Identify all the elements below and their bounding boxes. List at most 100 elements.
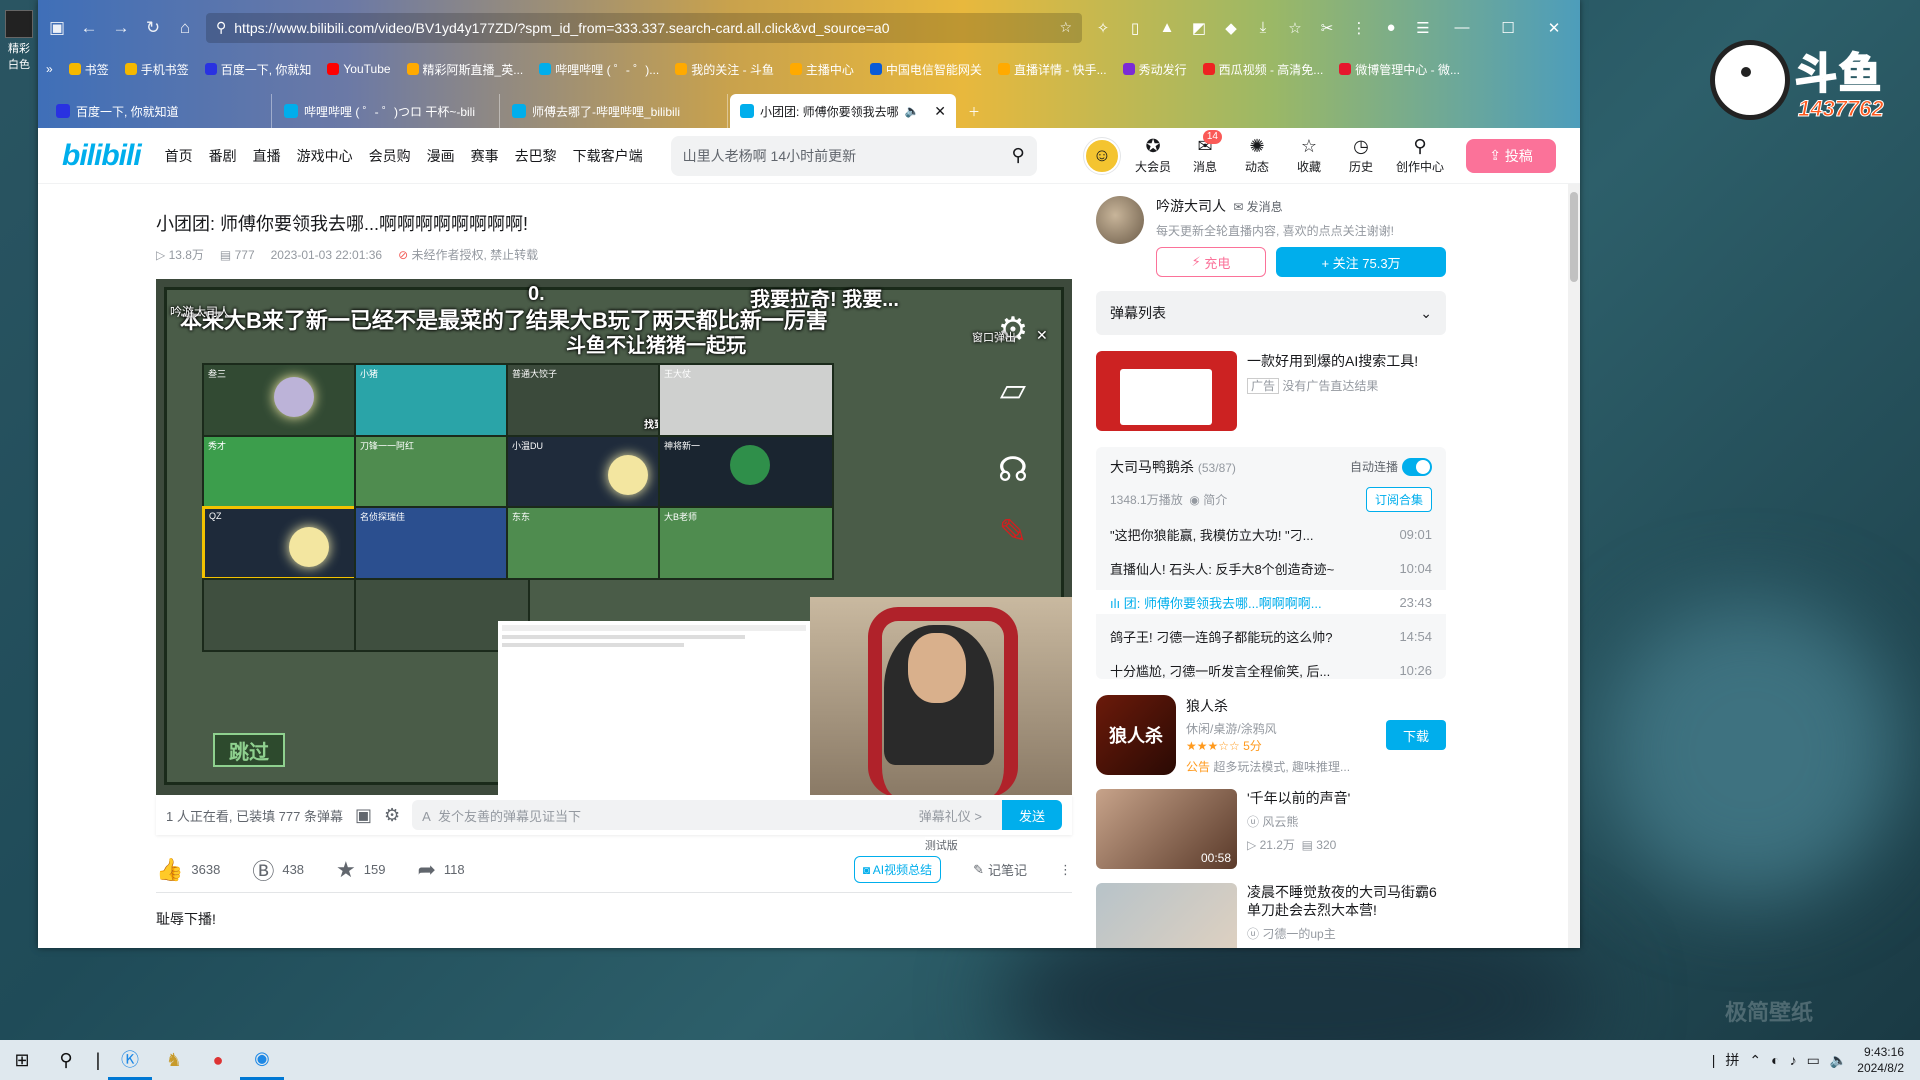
volume-icon[interactable]: 🔈 bbox=[1830, 1052, 1847, 1069]
nav-esports[interactable]: 赛事 bbox=[471, 146, 499, 166]
phone-icon[interactable]: ▯ bbox=[1124, 17, 1146, 39]
back-icon[interactable]: ← bbox=[78, 17, 100, 39]
close-window-icon[interactable]: ✕ bbox=[1536, 19, 1572, 37]
bookmark[interactable]: 我的关注 - 斗鱼 bbox=[675, 61, 774, 78]
download-game-button[interactable]: 下载 bbox=[1386, 720, 1446, 750]
browser-taskbar-icon[interactable]: Ⓚ bbox=[108, 1040, 152, 1080]
share-button[interactable]: ➦ 118 bbox=[417, 857, 464, 883]
nav-download-client[interactable]: 下载客户端 bbox=[573, 146, 643, 166]
bookmark[interactable]: 精彩阿斯直播_英... bbox=[406, 61, 523, 78]
chevron-up-icon[interactable]: ⌃ bbox=[1749, 1052, 1761, 1069]
like-button[interactable]: 👍 3638 bbox=[156, 857, 220, 883]
favorite-button[interactable]: ★ 159 bbox=[336, 857, 385, 883]
nav-mall[interactable]: 会员购 bbox=[369, 146, 411, 166]
danmaku-toggle-icon[interactable]: ▣ bbox=[355, 805, 372, 826]
ime-indicator[interactable]: 拼 bbox=[1725, 1050, 1739, 1070]
header-messages[interactable]: 14 ✉ 消息 bbox=[1186, 130, 1224, 175]
bookmark[interactable]: 百度一下, 你就知 bbox=[204, 61, 311, 78]
bookmark[interactable]: 西瓜视频 - 高清免... bbox=[1202, 61, 1323, 78]
bookmark[interactable]: 秀动发行 bbox=[1122, 61, 1187, 78]
nav-home[interactable]: 首页 bbox=[165, 146, 193, 166]
game-ad-card[interactable]: 狼人杀 狼人杀 休闲/桌游/涂鸦风 ★★★☆☆ 5分 公告 超多玩法模式, 趣味… bbox=[1096, 695, 1446, 775]
bookmark[interactable]: 哔哩哔哩 ( ゜- ゜)... bbox=[539, 61, 659, 78]
subscribe-collection-button[interactable]: 订阅合集 bbox=[1365, 487, 1432, 512]
game-extension-icon[interactable]: ◆ bbox=[1220, 17, 1242, 39]
tab-bilibili-search[interactable]: 师傅去哪了-哔哩哔哩_bilibili bbox=[502, 94, 728, 128]
episode-item[interactable]: 十分尴尬, 刁德一听发言全程偷笑, 后... 10:26 bbox=[1110, 658, 1432, 679]
nav-bangumi[interactable]: 番剧 bbox=[209, 146, 237, 166]
popout-label[interactable]: 窗口弹出 bbox=[972, 329, 1016, 345]
mic-icon[interactable]: ♪ bbox=[1790, 1052, 1797, 1068]
recommend-video[interactable]: 00:58 '千年以前的声音' ⓤ 风云熊 ▷ 21.2万 ▤ 320 bbox=[1096, 789, 1446, 869]
intro-link[interactable]: ◉ 简介 bbox=[1189, 493, 1227, 507]
start-button[interactable]: ⊞ bbox=[0, 1040, 44, 1080]
translate-icon[interactable]: ◩ bbox=[1188, 17, 1210, 39]
nav-live[interactable]: 直播 bbox=[253, 146, 281, 166]
header-dynamic[interactable]: ✺ 动态 bbox=[1238, 136, 1276, 175]
network-icon[interactable]: ▭ bbox=[1807, 1052, 1820, 1069]
bookmark[interactable]: 中国电信智能网关 bbox=[869, 61, 982, 78]
ad-card[interactable]: 一款好用到爆的AI搜索工具! 广告 没有广告直达结果 bbox=[1096, 351, 1446, 431]
expand-icon[interactable]: » bbox=[46, 62, 53, 76]
header-history[interactable]: ◷ 历史 bbox=[1342, 136, 1380, 175]
header-vip[interactable]: ✪ 大会员 bbox=[1134, 136, 1172, 175]
tab-baidu[interactable]: 百度一下, 你就知道 bbox=[46, 94, 272, 128]
home-icon[interactable]: ⌂ bbox=[174, 17, 196, 39]
tab-current-video[interactable]: 小团团: 师傅你要领我去哪 🔈 ✕ bbox=[730, 94, 956, 128]
recorder-taskbar-icon[interactable]: ● bbox=[196, 1040, 240, 1080]
bilibili-logo[interactable]: bilibili bbox=[62, 139, 142, 173]
bookmark[interactable]: 手机书签 bbox=[124, 61, 189, 78]
menu-icon[interactable]: ☰ bbox=[1412, 17, 1434, 39]
nav-manga[interactable]: 漫画 bbox=[427, 146, 455, 166]
search-input[interactable]: 山里人老杨啊 14小时前更新 ⚲ bbox=[670, 135, 1037, 176]
uploader-avatar[interactable] bbox=[1096, 196, 1144, 244]
popout-close-icon[interactable]: ✕ bbox=[1036, 327, 1048, 344]
ai-summary-button[interactable]: 测试版 ◙ AI视频总结 bbox=[853, 837, 958, 883]
send-message-link[interactable]: ✉ 发消息 bbox=[1233, 200, 1282, 214]
more-options-icon[interactable]: ⋮ bbox=[1059, 862, 1072, 878]
header-favorites[interactable]: ☆ 收藏 bbox=[1290, 136, 1328, 175]
pdf-icon[interactable]: ▲ bbox=[1156, 17, 1178, 39]
user-avatar[interactable]: ☺ bbox=[1084, 137, 1120, 174]
upload-button[interactable]: ⇪ 投稿 bbox=[1466, 138, 1556, 173]
uploader-name[interactable]: 吟游大司人 bbox=[1156, 198, 1226, 214]
address-bar[interactable]: ⚲ https://www.bilibili.com/video/BV1yd4y… bbox=[206, 12, 1082, 43]
minimize-icon[interactable]: — bbox=[1444, 19, 1480, 36]
nav-paris[interactable]: 去巴黎 bbox=[515, 146, 557, 166]
font-icon[interactable]: A bbox=[422, 809, 438, 824]
episode-item[interactable]: 直播仙人! 石头人: 反手大8个创造奇迹~ 10:04 bbox=[1110, 556, 1432, 580]
recommend-video[interactable]: 凌晨不睡觉敖夜的大司马街霸6单刀赴会去烈大本营! ⓤ 刁德一的up主 bbox=[1096, 883, 1446, 948]
charge-button[interactable]: ⚡ 充电 bbox=[1156, 247, 1266, 277]
sidebar-toggle-icon[interactable]: ▣ bbox=[46, 17, 68, 39]
episode-item[interactable]: 鸽子王! 刁德一连鸽子都能玩的这么帅? 14:54 bbox=[1110, 624, 1432, 648]
danmaku-etiquette-link[interactable]: 弹幕礼仪 > bbox=[919, 806, 982, 825]
bookmark[interactable]: YouTube bbox=[327, 62, 391, 76]
bookmark-star-icon[interactable]: ☆ bbox=[1059, 19, 1072, 36]
autoplay-toggle[interactable] bbox=[1402, 458, 1432, 477]
tab-bilibili-home[interactable]: 哔哩哔哩 ( ゜- ゜)つロ 干杯~-bili bbox=[274, 94, 500, 128]
forward-icon[interactable]: → bbox=[110, 17, 132, 39]
danmaku-settings-icon[interactable]: ⚙ bbox=[384, 805, 400, 826]
bookmark[interactable]: 微博管理中心 - 微... bbox=[1339, 61, 1460, 78]
page-scrollbar[interactable] bbox=[1568, 184, 1580, 948]
profile-avatar[interactable]: ● bbox=[1380, 17, 1402, 39]
episode-item[interactable]: "这把你狼能赢, 我模仿立大功! "刁... 09:01 bbox=[1110, 522, 1432, 546]
search-icon[interactable]: ⚲ bbox=[1011, 145, 1024, 166]
favorites-icon[interactable]: ☆ bbox=[1284, 17, 1306, 39]
maximize-icon[interactable]: ☐ bbox=[1490, 19, 1526, 37]
search-icon[interactable]: ⚲ bbox=[44, 1040, 88, 1080]
desktop-shortcut[interactable]: 精彩 白色 bbox=[0, 0, 38, 90]
episode-item-current[interactable]: ılı 团: 师傅你要领我去哪...啊啊啊啊... 23:43 bbox=[1096, 590, 1446, 614]
send-danmaku-button[interactable]: 发送 bbox=[1002, 800, 1062, 830]
notes-button[interactable]: ✎ 记笔记 bbox=[973, 860, 1027, 879]
bookmark[interactable]: 直播详情 - 快手... bbox=[997, 61, 1107, 78]
clock[interactable]: 9:43:16 2024/8/2 bbox=[1857, 1044, 1904, 1076]
scissors-icon[interactable]: ✂ bbox=[1316, 17, 1338, 39]
scrollbar-thumb[interactable] bbox=[1570, 192, 1578, 282]
danmaku-list-header[interactable]: 弹幕列表 ⌄ bbox=[1096, 291, 1446, 335]
new-tab-button[interactable]: ＋ bbox=[958, 94, 998, 128]
coin-button[interactable]: Ⓑ 438 bbox=[252, 854, 304, 886]
collection-title[interactable]: 大司马鸭鹅杀 bbox=[1110, 459, 1194, 475]
bookmark[interactable]: 书签 bbox=[68, 61, 109, 78]
danmaku-input[interactable]: A 发个友善的弹幕见证当下 弹幕礼仪 > 发送 bbox=[412, 800, 1062, 830]
